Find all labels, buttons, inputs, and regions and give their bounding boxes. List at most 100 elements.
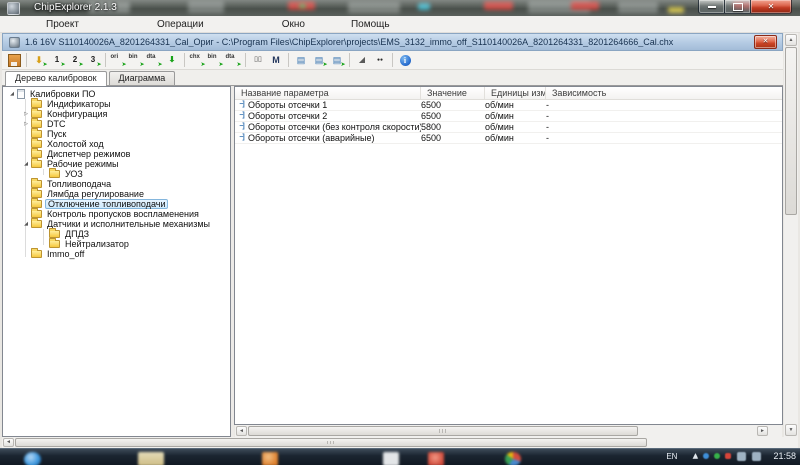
scroll-left-button[interactable]: ◄ — [3, 438, 14, 447]
minimize-button[interactable] — [698, 0, 725, 14]
param-dependency: - — [546, 111, 549, 121]
close-button[interactable]: ✕ — [751, 0, 792, 14]
tree-item-label: Диспетчер режимов — [47, 149, 131, 159]
menu-project[interactable]: Проект — [36, 18, 89, 31]
scrollbar-thumb[interactable] — [785, 47, 797, 215]
window-export-icon[interactable]: ▤ ➤ — [329, 52, 346, 69]
folder-icon — [31, 218, 42, 228]
tab-diagram[interactable]: Диаграмма — [108, 71, 176, 85]
taskbar-app-icon[interactable] — [383, 452, 399, 465]
bookmarks-icon[interactable]: M — [268, 52, 285, 68]
save-bin-icon[interactable]: bin ➤ — [207, 52, 224, 68]
menu-help[interactable]: Помощь — [341, 18, 400, 31]
tree-item-label: Нейтрализатор — [65, 239, 129, 249]
expander-icon[interactable]: ◢ — [7, 89, 17, 99]
app-icon — [7, 2, 20, 15]
minimize-icon — [707, 5, 716, 8]
tray-icon[interactable] — [703, 453, 710, 459]
param-dependency: - — [546, 100, 549, 110]
window-import-icon[interactable]: ▤ ➤ — [311, 52, 328, 69]
import-bin-icon[interactable]: bin ➤ — [128, 52, 145, 68]
tree-item-label: Индификаторы — [47, 99, 111, 109]
import-ori-icon[interactable]: ori ➤ — [110, 52, 127, 68]
tree-item[interactable]: ◢ Датчики и исполнительные механизмы — [3, 218, 230, 229]
tray-icon[interactable] — [714, 453, 721, 459]
taskbar-chrome-icon[interactable] — [505, 452, 521, 465]
table-row[interactable]: −] Обороты отсечки 2 6500 об/мин - — [235, 111, 782, 122]
info-icon[interactable]: i — [397, 52, 414, 68]
start-button[interactable] — [24, 452, 41, 465]
table-row[interactable]: −] Обороты отсечки (без контроля скорост… — [235, 122, 782, 133]
maximize-button[interactable] — [725, 0, 751, 14]
expander-icon[interactable]: ▷ — [21, 119, 31, 129]
language-indicator[interactable]: EN — [666, 452, 677, 461]
document-close-button[interactable]: ✕ — [754, 35, 777, 49]
import-dta-icon[interactable]: dta ➤ — [146, 52, 163, 68]
parameter-icon: −] — [239, 123, 244, 130]
param-units: об/мин — [485, 122, 514, 132]
column-header-units[interactable]: Единицы изме... — [485, 87, 546, 99]
tray-icon[interactable] — [725, 453, 732, 459]
save-dta-icon[interactable]: dta ➤ — [225, 52, 242, 68]
scroll-down-button[interactable]: ▼ — [785, 424, 797, 436]
taskbar-explorer-icon[interactable] — [138, 452, 164, 465]
column-header-dependency[interactable]: Зависимость — [546, 87, 782, 99]
scroll-down-icon: ▼ — [788, 426, 794, 433]
green-arrow-icon: ➤ — [340, 62, 346, 68]
folder-icon — [49, 238, 60, 248]
tree-item-label: Топливоподача — [47, 179, 112, 189]
expander-icon[interactable]: ◢ — [21, 219, 31, 229]
scroll-left-button[interactable]: ◄ — [236, 426, 247, 436]
tree-item[interactable]: Immo_off — [3, 248, 230, 259]
menu-operations[interactable]: Операции — [147, 18, 214, 31]
column-header-name[interactable]: Название параметра — [235, 87, 421, 99]
folder-icon — [49, 168, 60, 178]
export-file-icon[interactable]: ⬇ — [164, 52, 181, 68]
document-titlebar: 1.6 16V S110140026A_8201264331_Cal_Ориг … — [2, 33, 783, 51]
tab-calibration-tree[interactable]: Дерево калибровок — [5, 71, 107, 86]
expander-icon[interactable]: ◢ — [21, 159, 31, 169]
expander-icon[interactable]: ▷ — [21, 109, 31, 119]
tray-expand-icon[interactable] — [692, 453, 699, 459]
cascade-windows-icon[interactable]: ▤ — [293, 52, 310, 68]
scroll-up-button[interactable]: ▲ — [785, 34, 797, 46]
tree-item-label: Лямбда регулирование — [47, 189, 144, 199]
horizontal-scrollbar[interactable]: ◄ ► — [2, 437, 798, 448]
search-icon[interactable]: ●● — [372, 52, 389, 68]
folder-icon — [49, 228, 60, 238]
tree-item[interactable]: ◢ Рабочие режимы — [3, 158, 230, 169]
param-units: об/мин — [485, 100, 514, 110]
table-horizontal-scrollbar[interactable]: ◄ ► — [235, 425, 782, 437]
tray-icon[interactable] — [752, 451, 762, 461]
scrollbar-thumb[interactable] — [248, 426, 638, 436]
save-icon[interactable] — [6, 52, 23, 68]
vertical-scrollbar[interactable]: ▲ ▼ — [784, 33, 798, 437]
clock[interactable]: 21:58 — [773, 451, 796, 461]
tree-item[interactable]: ДПДЗ — [3, 228, 230, 239]
scrollbar-thumb[interactable] — [15, 438, 647, 447]
column-header-value[interactable]: Значение — [421, 87, 485, 99]
taskbar-app-icon[interactable] — [428, 452, 444, 465]
save-chx-icon[interactable]: chx ➤ — [189, 52, 206, 68]
tray-icon[interactable] — [737, 451, 747, 461]
thumb-grip — [439, 429, 447, 433]
taskbar-app-icon[interactable] — [262, 452, 278, 465]
layer-3-icon[interactable]: 3 ➤ — [85, 52, 102, 69]
param-name: Обороты отсечки (без контроля скорости) — [248, 122, 421, 132]
folder-icon — [31, 98, 42, 108]
scroll-right-button[interactable]: ► — [757, 426, 768, 436]
table-row[interactable]: −] Обороты отсечки (аварийные) 6500 об/м… — [235, 133, 782, 144]
window-controls: ✕ — [698, 0, 792, 14]
tab-strip: Дерево калибровок Диаграмма — [2, 70, 783, 86]
compare-icon[interactable]: ▯▯ — [250, 52, 267, 68]
layer-1-icon[interactable]: 1 ➤ — [49, 52, 66, 69]
menu-window[interactable]: Окно — [272, 18, 315, 31]
chart-icon[interactable]: ◢ — [354, 52, 371, 68]
tree-item-label: Рабочие режимы — [47, 159, 119, 169]
green-arrow-icon: ➤ — [200, 62, 206, 68]
table-row[interactable]: −] Обороты отсечки 1 6500 об/мин - — [235, 100, 782, 111]
green-arrow-icon: ➤ — [218, 62, 224, 68]
layer-2-icon[interactable]: 2 ➤ — [67, 52, 84, 69]
parameter-icon: −] — [239, 112, 244, 119]
open-project-icon[interactable]: ⬇ ➤ — [31, 52, 47, 69]
